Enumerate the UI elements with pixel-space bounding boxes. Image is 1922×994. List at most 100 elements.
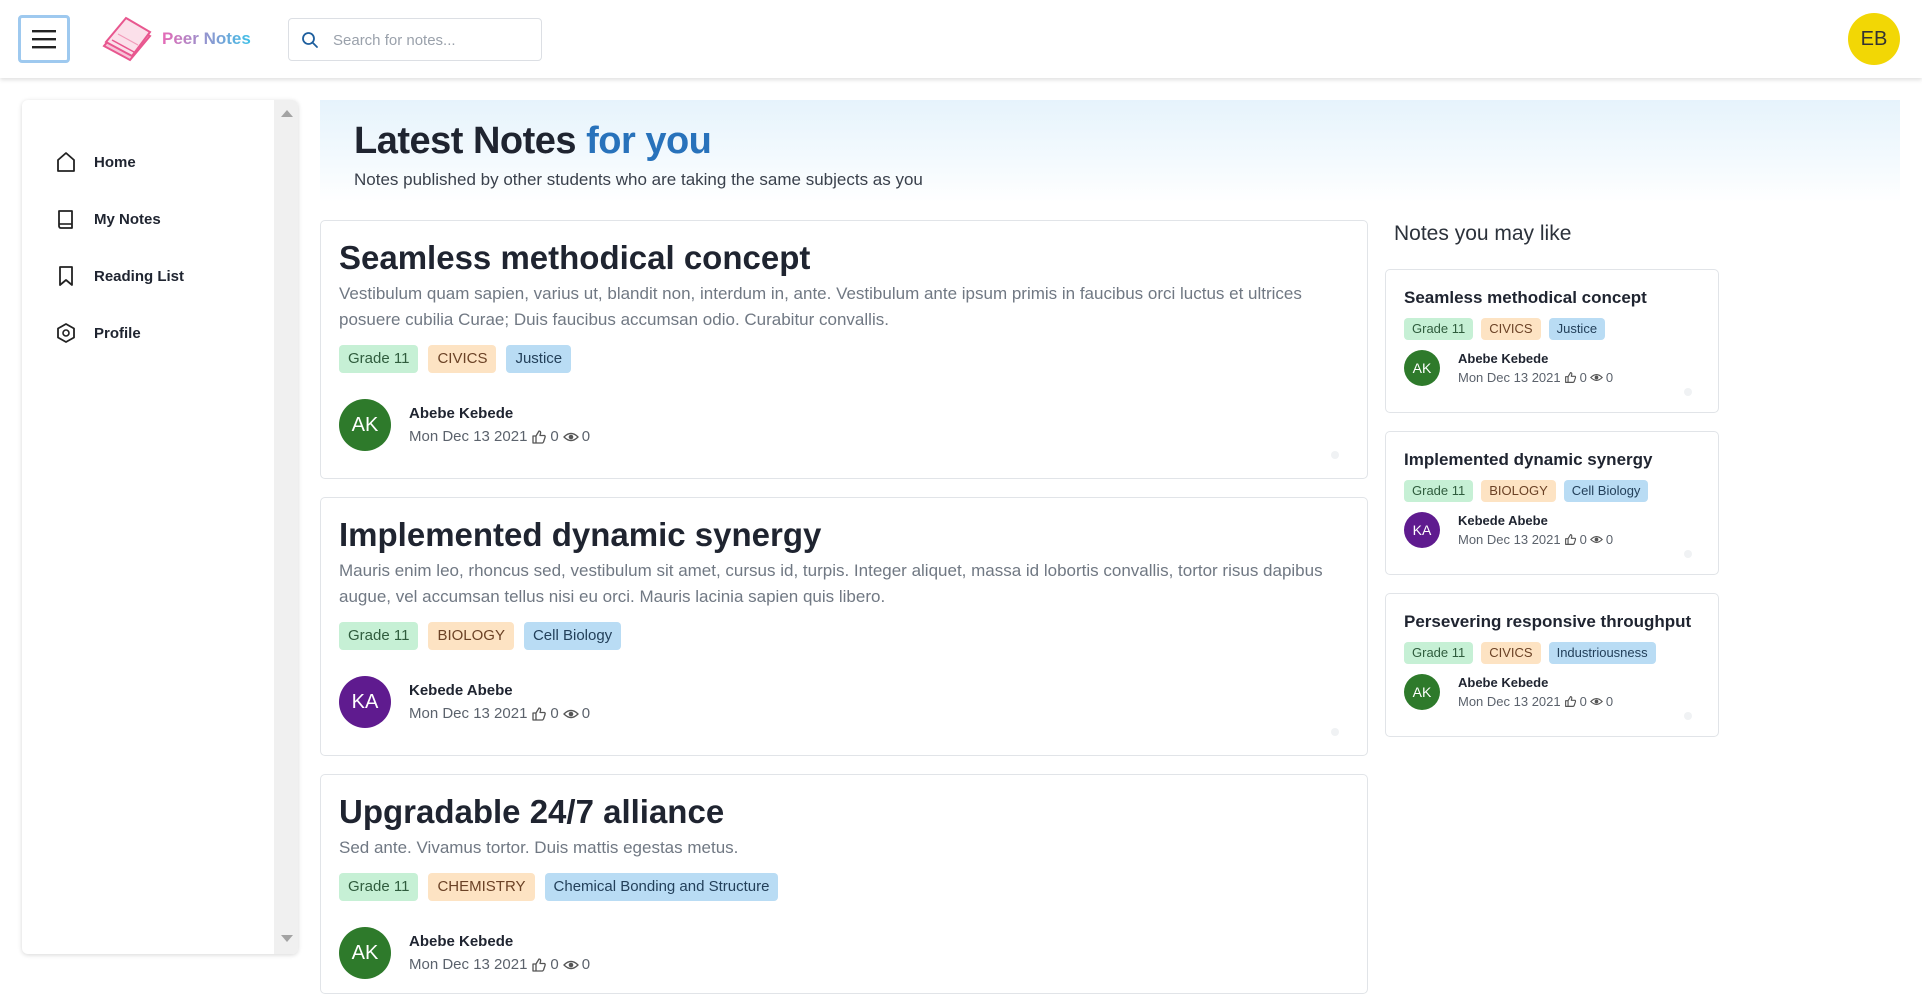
page-subtitle: Notes published by other students who ar… xyxy=(354,170,923,189)
scroll-up-arrow-icon[interactable] xyxy=(281,110,293,117)
author-name[interactable]: Kebede Abebe xyxy=(409,682,590,699)
note-meta: Mon Dec 13 2021 0 0 xyxy=(1458,532,1613,547)
note-title[interactable]: Seamless methodical concept xyxy=(1404,288,1647,308)
thumbs-up-icon[interactable] xyxy=(1564,533,1577,546)
user-avatar[interactable]: EB xyxy=(1848,13,1900,65)
scroll-down-arrow-icon[interactable] xyxy=(281,935,293,942)
sidebar-scrollbar[interactable] xyxy=(274,100,298,954)
eye-icon xyxy=(1589,698,1603,705)
avatar[interactable]: AK xyxy=(339,399,391,451)
sidebar-item-label: Profile xyxy=(94,324,141,342)
thumbs-up-icon[interactable] xyxy=(1564,371,1577,384)
topic-tag[interactable]: Justice xyxy=(506,345,572,373)
note-title[interactable]: Implemented dynamic synergy xyxy=(339,516,821,554)
brand-name[interactable]: Peer Notes xyxy=(162,29,251,49)
subject-tag[interactable]: BIOLOGY xyxy=(428,622,514,650)
note-tags: Grade 11 CIVICS Justice xyxy=(1404,318,1606,340)
note-tags: Grade 11 CHEMISTRY Chemical Bonding and … xyxy=(339,873,779,901)
card-dot xyxy=(1684,712,1692,720)
note-date: Mon Dec 13 2021 xyxy=(409,428,528,445)
thumbs-up-icon[interactable] xyxy=(531,429,547,445)
top-app-bar: Peer Notes EB xyxy=(0,0,1922,78)
grade-tag[interactable]: Grade 11 xyxy=(339,345,419,373)
note-author: AK Abebe Kebede Mon Dec 13 2021 0 0 xyxy=(1404,350,1613,386)
page-title: Latest Notes for you xyxy=(354,120,712,163)
note-title[interactable]: Persevering responsive throughput xyxy=(1404,612,1691,632)
note-title[interactable]: Upgradable 24/7 alliance xyxy=(339,793,724,831)
note-date: Mon Dec 13 2021 xyxy=(1458,694,1561,709)
note-card[interactable]: Implemented dynamic synergy Mauris enim … xyxy=(320,497,1368,756)
topic-tag[interactable]: Industriousness xyxy=(1548,642,1656,664)
author-name[interactable]: Abebe Kebede xyxy=(409,933,590,950)
subject-tag[interactable]: CIVICS xyxy=(428,345,497,373)
author-name[interactable]: Kebede Abebe xyxy=(1458,513,1613,528)
views-count: 0 xyxy=(581,705,591,722)
eye-icon xyxy=(562,709,579,718)
hero-banner: Latest Notes for you Notes published by … xyxy=(320,100,1900,202)
search-icon xyxy=(302,32,318,48)
avatar[interactable]: AK xyxy=(1404,674,1440,710)
thumbs-up-icon[interactable] xyxy=(531,706,547,722)
bookmark-icon xyxy=(59,266,73,286)
notebook-logo-icon[interactable] xyxy=(100,16,154,62)
note-tags: Grade 11 CIVICS Industriousness xyxy=(1404,642,1656,664)
topic-tag[interactable]: Cell Biology xyxy=(1563,480,1649,502)
sidebar-item-profile[interactable]: Profile xyxy=(56,317,141,349)
note-date: Mon Dec 13 2021 xyxy=(1458,532,1561,547)
search-input[interactable] xyxy=(333,28,528,52)
sidebar-item-reading-list[interactable]: Reading List xyxy=(56,260,184,292)
note-card[interactable]: Upgradable 24/7 alliance Sed ante. Vivam… xyxy=(320,774,1368,994)
thumbs-up-icon[interactable] xyxy=(1564,695,1577,708)
hexagon-icon xyxy=(57,323,75,343)
recommended-card[interactable]: Implemented dynamic synergy Grade 11 BIO… xyxy=(1385,431,1719,575)
topic-tag[interactable]: Chemical Bonding and Structure xyxy=(544,873,779,901)
avatar[interactable]: KA xyxy=(1404,512,1440,548)
likes-count: 0 xyxy=(550,705,559,722)
menu-button[interactable] xyxy=(18,15,70,63)
subject-tag[interactable]: CIVICS xyxy=(1481,642,1541,664)
views-count: 0 xyxy=(1605,694,1614,709)
author-name[interactable]: Abebe Kebede xyxy=(1458,351,1613,366)
author-name[interactable]: Abebe Kebede xyxy=(409,405,590,422)
topic-tag[interactable]: Justice xyxy=(1548,318,1606,340)
search-box[interactable] xyxy=(288,18,542,61)
note-author: AK Abebe Kebede Mon Dec 13 2021 0 0 xyxy=(339,399,590,451)
avatar[interactable]: KA xyxy=(339,676,391,728)
likes-count: 0 xyxy=(1579,532,1587,547)
grade-tag[interactable]: Grade 11 xyxy=(339,873,419,901)
note-title[interactable]: Seamless methodical concept xyxy=(339,239,810,277)
note-card[interactable]: Seamless methodical concept Vestibulum q… xyxy=(320,220,1368,479)
avatar[interactable]: AK xyxy=(1404,350,1440,386)
subject-tag[interactable]: CHEMISTRY xyxy=(428,873,535,901)
note-author: KA Kebede Abebe Mon Dec 13 2021 0 0 xyxy=(1404,512,1613,548)
topic-tag[interactable]: Cell Biology xyxy=(523,622,622,650)
card-dot xyxy=(1684,388,1692,396)
views-count: 0 xyxy=(581,428,591,445)
grade-tag[interactable]: Grade 11 xyxy=(1404,642,1474,664)
note-title[interactable]: Implemented dynamic synergy xyxy=(1404,450,1652,470)
subject-tag[interactable]: BIOLOGY xyxy=(1481,480,1556,502)
note-meta: Mon Dec 13 2021 0 0 xyxy=(1458,370,1613,385)
thumbs-up-icon[interactable] xyxy=(531,957,547,973)
note-tags: Grade 11 BIOLOGY Cell Biology xyxy=(339,622,622,650)
book-icon xyxy=(58,210,73,229)
grade-tag[interactable]: Grade 11 xyxy=(1404,318,1474,340)
author-name[interactable]: Abebe Kebede xyxy=(1458,675,1613,690)
note-author: KA Kebede Abebe Mon Dec 13 2021 0 0 xyxy=(339,676,590,728)
avatar[interactable]: AK xyxy=(339,927,391,979)
card-dot xyxy=(1331,451,1339,459)
hamburger-icon xyxy=(32,30,56,49)
sidebar-item-my-notes[interactable]: My Notes xyxy=(56,203,161,235)
sidebar-item-label: Home xyxy=(94,153,136,171)
sidebar-item-home[interactable]: Home xyxy=(56,146,136,178)
subject-tag[interactable]: CIVICS xyxy=(1481,318,1541,340)
note-description: Sed ante. Vivamus tortor. Duis mattis eg… xyxy=(339,838,739,857)
note-description: Mauris enim leo, rhoncus sed, vestibulum… xyxy=(339,561,1323,606)
note-tags: Grade 11 BIOLOGY Cell Biology xyxy=(1404,480,1649,502)
recommended-card[interactable]: Seamless methodical concept Grade 11 CIV… xyxy=(1385,269,1719,413)
grade-tag[interactable]: Grade 11 xyxy=(339,622,419,650)
grade-tag[interactable]: Grade 11 xyxy=(1404,480,1474,502)
page-title-accent: for you xyxy=(586,120,712,162)
recommended-card[interactable]: Persevering responsive throughput Grade … xyxy=(1385,593,1719,737)
views-count: 0 xyxy=(1605,532,1614,547)
